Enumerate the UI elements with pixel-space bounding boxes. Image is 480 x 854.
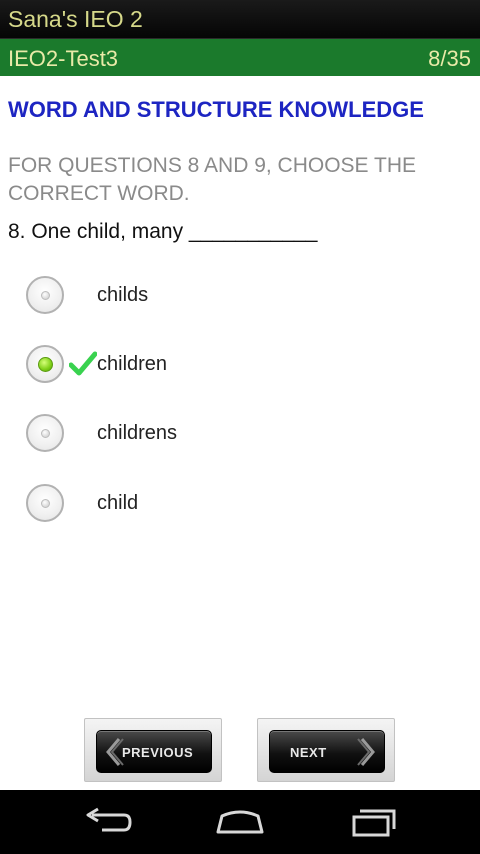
test-name: IEO2-Test3 <box>8 46 119 71</box>
next-label[interactable]: NEXT <box>290 731 327 774</box>
recents-icon[interactable] <box>346 806 402 838</box>
checkmark-icon <box>69 351 97 376</box>
back-icon[interactable] <box>80 806 136 838</box>
chevron-right-icon <box>357 738 375 766</box>
section-title: WORD AND STRUCTURE KNOWLEDGE <box>8 97 424 122</box>
next-button[interactable]: NEXT <box>257 718 395 782</box>
option-childrens[interactable]: childrens <box>26 414 446 454</box>
question-counter: 8/35 <box>428 46 471 71</box>
test-header-bar: IEO2-Test3 8/35 <box>0 39 480 76</box>
app-title: Sana's IEO 2 <box>8 6 143 32</box>
question-text: 8. One child, many ___________ <box>8 220 318 243</box>
option-child[interactable]: child <box>26 484 446 524</box>
previous-label[interactable]: PREVIOUS <box>122 731 193 774</box>
option-label[interactable]: child <box>97 484 138 522</box>
option-childs[interactable]: childs <box>26 276 446 316</box>
radio-button-selected[interactable] <box>26 345 64 383</box>
option-children[interactable]: children <box>26 345 446 385</box>
app-title-bar: Sana's IEO 2 <box>0 0 480 39</box>
option-label[interactable]: childs <box>97 276 148 314</box>
radio-button[interactable] <box>26 276 64 314</box>
radio-button[interactable] <box>26 414 64 452</box>
option-label[interactable]: childrens <box>97 414 177 452</box>
system-navigation-bar <box>0 790 480 854</box>
section-instruction: FOR QUESTIONS 8 AND 9, CHOOSE THE CORREC… <box>8 154 417 205</box>
home-icon[interactable] <box>212 806 268 838</box>
option-label[interactable]: children <box>97 345 167 383</box>
previous-button[interactable]: PREVIOUS <box>84 718 222 782</box>
radio-button[interactable] <box>26 484 64 522</box>
